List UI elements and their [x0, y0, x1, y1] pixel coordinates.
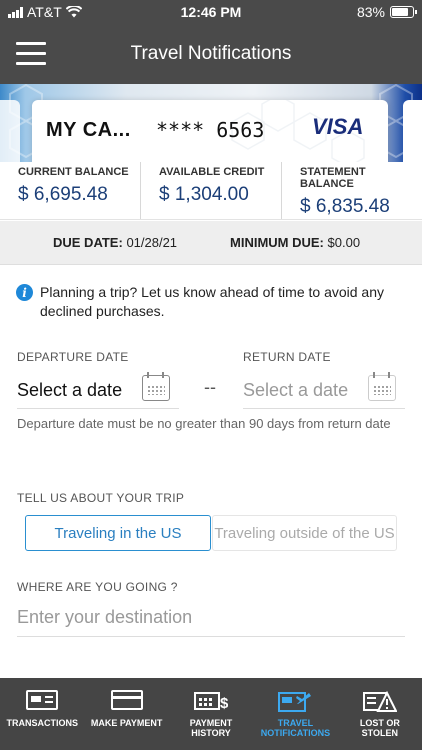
tab-label: TRAVEL NOTIFICATIONS	[260, 718, 331, 738]
visa-logo: VISA	[312, 114, 364, 139]
card-number: **** 6563	[156, 118, 265, 142]
card-name: MY CA...	[46, 119, 131, 141]
destination-label: WHERE ARE YOU GOING ?	[17, 580, 178, 594]
tab-travel-notifications[interactable]: TRAVEL NOTIFICATIONS	[253, 678, 337, 750]
balances-row: CURRENT BALANCE $ 6,695.48 AVAILABLE CRE…	[0, 162, 422, 220]
calendar-icon[interactable]	[142, 372, 170, 401]
current-balance: CURRENT BALANCE $ 6,695.48	[0, 162, 140, 219]
return-date-label: RETURN DATE	[243, 350, 331, 364]
info-icon: i	[16, 284, 33, 301]
travel-card-icon	[278, 692, 312, 712]
next-card[interactable]	[403, 100, 422, 162]
lost-card-warning-icon	[362, 690, 397, 712]
traveling-outside-us-option[interactable]: Traveling outside of the US	[212, 515, 397, 551]
return-date-value: Select a date	[243, 380, 349, 400]
tab-label: TRANSACTIONS	[6, 718, 78, 728]
status-bar: AT&T 12:46 PM 83%	[0, 0, 422, 24]
calendar-icon[interactable]	[368, 372, 396, 401]
info-message: i Planning a trip? Let us know ahead of …	[16, 283, 406, 321]
payment-history-icon: $	[194, 692, 228, 712]
date-hint: Departure date must be no greater than 9…	[17, 416, 391, 431]
tab-lost-or-stolen[interactable]: LOST OR STOLEN	[338, 678, 422, 750]
destination-placeholder: Enter your destination	[17, 607, 193, 627]
departure-date-field[interactable]: Select a date	[17, 369, 179, 409]
previous-card[interactable]	[0, 100, 20, 162]
departure-date-value: Select a date	[17, 380, 123, 400]
card-list-icon	[26, 690, 59, 710]
tab-label: MAKE PAYMENT	[90, 718, 163, 728]
minimum-due: MINIMUM DUE: $0.00	[230, 235, 360, 250]
tab-transactions[interactable]: TRANSACTIONS	[0, 678, 84, 750]
due-date-label: DUE DATE:	[53, 235, 123, 250]
available-credit: AVAILABLE CREDIT $ 1,304.00	[140, 162, 281, 219]
balance-label: AVAILABLE CREDIT	[159, 166, 265, 178]
balance-label: STATEMENT BALANCE	[300, 166, 366, 190]
destination-input[interactable]: Enter your destination	[17, 597, 405, 637]
battery-status: 83%	[356, 4, 417, 20]
battery-percent: 83%	[356, 4, 385, 20]
nav-bar: Travel Notifications	[0, 24, 422, 84]
trip-label: TELL US ABOUT YOUR TRIP	[17, 491, 185, 505]
info-text: Planning a trip? Let us know ahead of ti…	[40, 284, 384, 319]
due-date-value: 01/28/21	[126, 235, 178, 250]
due-info: DUE DATE: 01/28/21 MINIMUM DUE: $0.00	[0, 221, 422, 265]
bottom-tab-bar: TRANSACTIONS MAKE PAYMENT $ PAYMENT HIST…	[0, 678, 422, 750]
tab-label: PAYMENT HISTORY	[189, 718, 233, 738]
battery-icon	[390, 6, 417, 18]
tab-label: LOST OR STOLEN	[359, 718, 400, 738]
date-separator: --	[204, 377, 216, 397]
svg-text:$: $	[220, 695, 228, 712]
departure-date-label: DEPARTURE DATE	[17, 350, 129, 364]
balance-value: $ 1,304.00	[159, 184, 249, 205]
statement-balance: STATEMENT BALANCE $ 6,835.48	[281, 162, 422, 219]
credit-card[interactable]: MY CA... **** 6563 VISA	[32, 100, 388, 162]
balance-label: CURRENT BALANCE	[18, 166, 129, 178]
card-carousel[interactable]: MY CA... **** 6563 VISA	[0, 84, 422, 162]
traveling-us-option[interactable]: Traveling in the US	[25, 515, 211, 551]
balance-value: $ 6,695.48	[18, 184, 108, 205]
card-icon	[110, 690, 143, 710]
return-date-field[interactable]: Select a date	[243, 369, 405, 409]
tab-payment-history[interactable]: $ PAYMENT HISTORY	[169, 678, 253, 750]
due-date: DUE DATE: 01/28/21	[53, 235, 177, 250]
tab-make-payment[interactable]: MAKE PAYMENT	[84, 678, 168, 750]
balance-value: $ 6,835.48	[300, 196, 390, 217]
minimum-due-label: MINIMUM DUE:	[230, 235, 324, 250]
minimum-due-value: $0.00	[327, 235, 361, 250]
page-title: Travel Notifications	[130, 43, 292, 64]
